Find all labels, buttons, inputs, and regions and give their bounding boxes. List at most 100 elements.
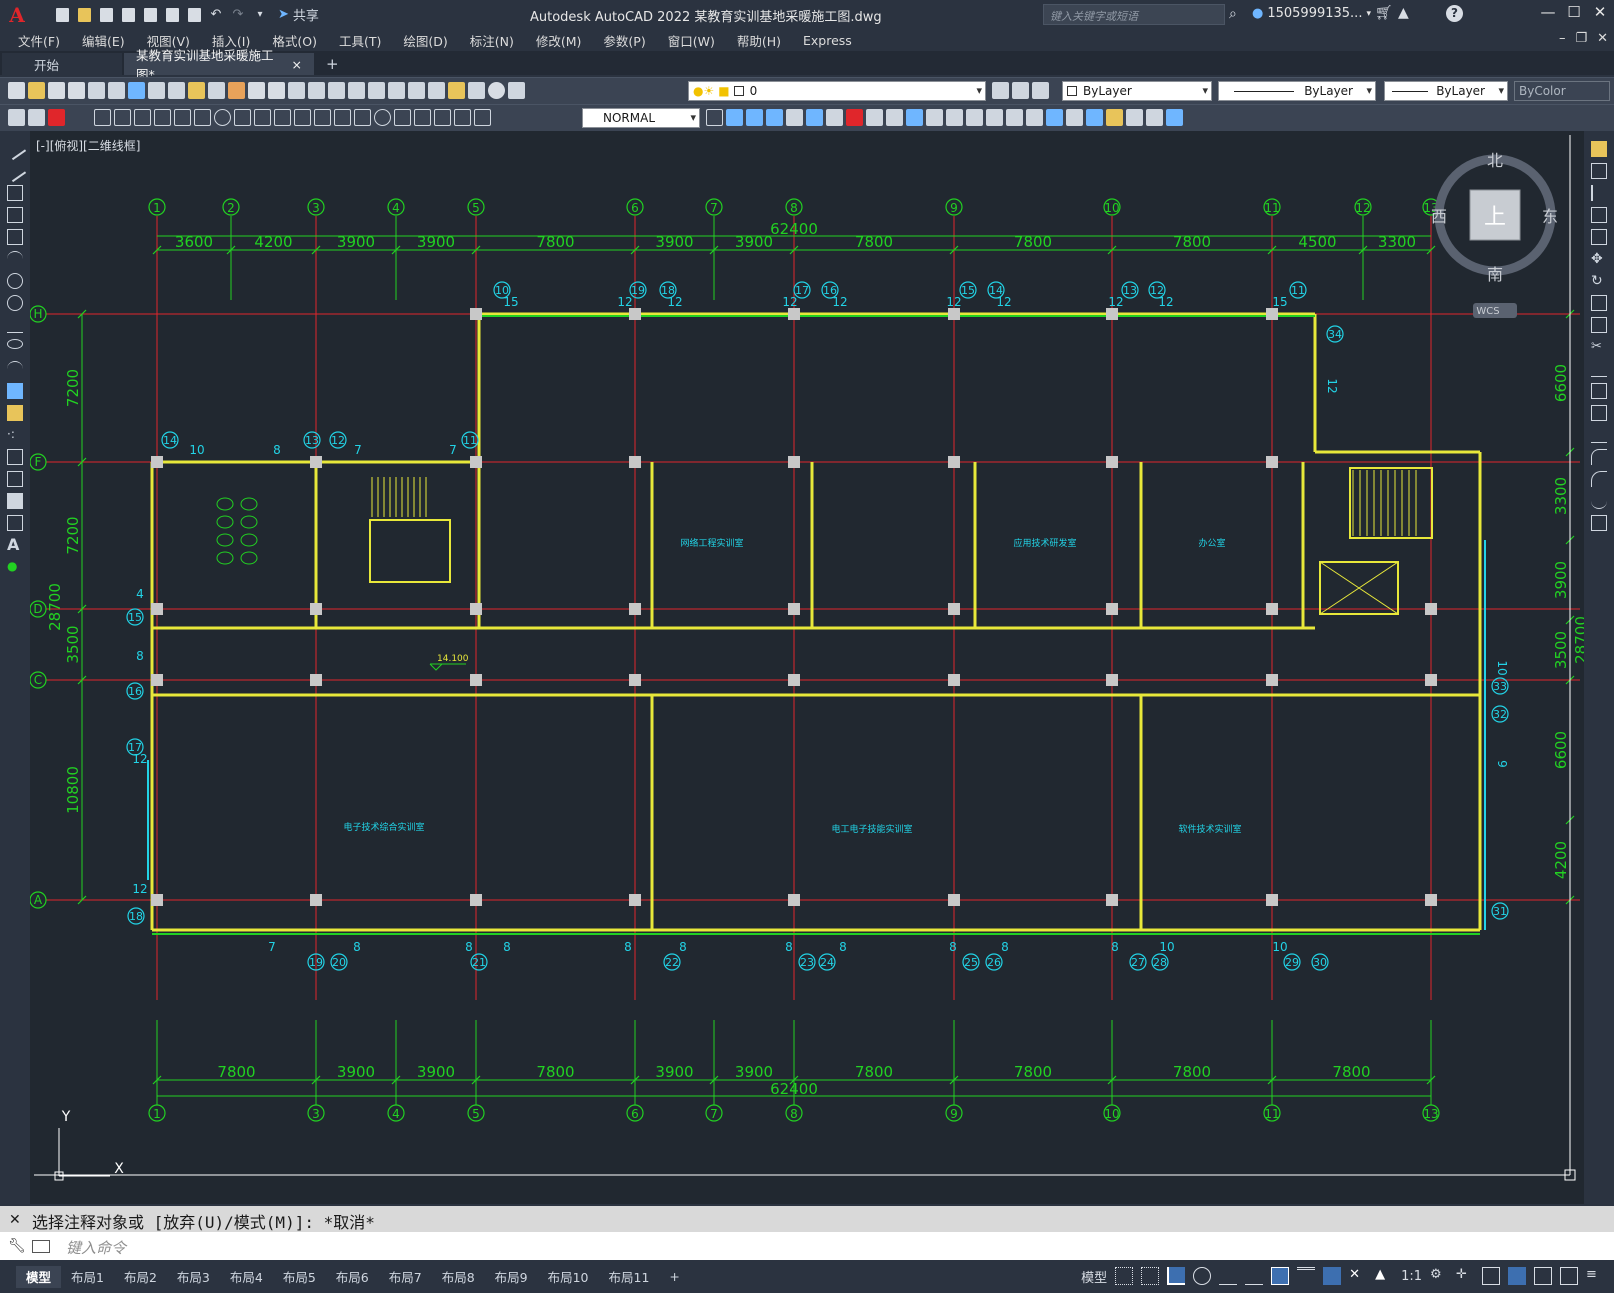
angular-dim-icon[interactable] bbox=[234, 109, 251, 126]
cart-icon[interactable]: 🛒︎ bbox=[1375, 5, 1393, 21]
layout-tab-9[interactable]: 布局9 bbox=[485, 1266, 538, 1288]
auto-scale-icon[interactable]: ✕ bbox=[1349, 1267, 1367, 1285]
arc-length-icon[interactable] bbox=[134, 109, 151, 126]
shell-icon[interactable] bbox=[966, 109, 983, 126]
layer-match-icon[interactable] bbox=[8, 109, 25, 126]
clean-screen-icon[interactable] bbox=[1560, 1267, 1578, 1285]
cone-icon[interactable] bbox=[1046, 109, 1063, 126]
annotation-scale-value[interactable]: 1:1 bbox=[1401, 1269, 1422, 1284]
region-icon[interactable] bbox=[7, 493, 23, 509]
stretch-icon[interactable] bbox=[1591, 317, 1607, 333]
tool-palettes-icon[interactable] bbox=[408, 82, 425, 99]
isolate-objects-icon[interactable] bbox=[1508, 1267, 1526, 1285]
dim-space-icon[interactable] bbox=[314, 109, 331, 126]
ellipse-icon[interactable] bbox=[7, 339, 23, 349]
hardware-acceleration-icon[interactable] bbox=[1534, 1267, 1552, 1285]
redo-icon[interactable] bbox=[268, 82, 285, 99]
menu-dimension[interactable]: 标注(N) bbox=[470, 31, 514, 50]
object-snap-tracking-icon[interactable] bbox=[1245, 1267, 1264, 1285]
undo-icon[interactable] bbox=[248, 82, 265, 99]
spline-icon[interactable] bbox=[7, 317, 23, 333]
break-icon[interactable] bbox=[1591, 405, 1607, 421]
solid-edit-icon[interactable] bbox=[906, 109, 923, 126]
planar-surface-icon[interactable] bbox=[1146, 109, 1163, 126]
layout-tab-5[interactable]: 布局5 bbox=[273, 1266, 326, 1288]
preview-icon[interactable] bbox=[88, 82, 105, 99]
chamfer-icon[interactable] bbox=[1591, 449, 1607, 465]
viewport-label[interactable]: [-][俯视][二维线框] bbox=[36, 137, 140, 154]
doc-minimize-button[interactable]: – bbox=[1559, 31, 1566, 46]
ellipse-arc-icon[interactable] bbox=[7, 361, 23, 377]
polygon-icon[interactable] bbox=[7, 207, 23, 223]
gradient-icon[interactable] bbox=[7, 471, 23, 487]
dim-update-icon[interactable] bbox=[474, 109, 491, 126]
copy-object-icon[interactable] bbox=[1591, 163, 1607, 179]
diameter-dim-icon[interactable] bbox=[214, 109, 231, 126]
cut-icon[interactable] bbox=[148, 82, 165, 99]
offset-icon[interactable] bbox=[1591, 207, 1607, 223]
paste-icon[interactable] bbox=[188, 82, 205, 99]
dim-edit-icon[interactable] bbox=[434, 109, 451, 126]
hatch-icon[interactable] bbox=[7, 449, 23, 465]
print-icon[interactable] bbox=[184, 5, 204, 25]
publish-icon[interactable] bbox=[108, 82, 125, 99]
continue-dim-icon[interactable] bbox=[294, 109, 311, 126]
match-properties-icon[interactable] bbox=[208, 82, 225, 99]
add-selected-icon[interactable]: ● bbox=[7, 559, 23, 575]
help-icon[interactable] bbox=[488, 82, 505, 99]
baseline-dim-icon[interactable] bbox=[274, 109, 291, 126]
color-dropdown[interactable]: ByLayer ▾ bbox=[1062, 81, 1212, 101]
layer-states-icon[interactable] bbox=[1032, 82, 1049, 99]
properties-icon[interactable] bbox=[368, 82, 385, 99]
new-icon[interactable] bbox=[52, 5, 72, 25]
imprint-icon[interactable] bbox=[926, 109, 943, 126]
sphere-icon[interactable] bbox=[1086, 109, 1103, 126]
layout-tab-8[interactable]: 布局8 bbox=[432, 1266, 485, 1288]
rectangle-icon[interactable] bbox=[7, 229, 23, 245]
close-icon[interactable]: × bbox=[292, 57, 302, 72]
torus-icon[interactable] bbox=[1106, 109, 1123, 126]
layer-isolate-icon[interactable] bbox=[48, 109, 65, 126]
close-button[interactable]: ✕ bbox=[1588, 3, 1612, 21]
maximize-button[interactable]: ☐ bbox=[1562, 3, 1586, 21]
interfere-icon[interactable] bbox=[846, 109, 863, 126]
linetype-dropdown[interactable]: ByLayer ▾ bbox=[1218, 81, 1376, 101]
tolerance-icon[interactable] bbox=[354, 109, 371, 126]
customize-icon[interactable]: ≡ bbox=[1586, 1267, 1604, 1285]
pyramid-icon[interactable] bbox=[1126, 109, 1143, 126]
copy-icon[interactable] bbox=[168, 82, 185, 99]
app-logo[interactable]: A bbox=[0, 0, 34, 29]
ordinate-dim-icon[interactable] bbox=[154, 109, 171, 126]
zoom-window-icon[interactable] bbox=[328, 82, 345, 99]
extrude-icon[interactable] bbox=[786, 109, 803, 126]
redo-icon[interactable]: ↷ bbox=[228, 5, 248, 25]
layout-tab-1[interactable]: 布局1 bbox=[61, 1266, 114, 1288]
layer-previous-icon[interactable] bbox=[1012, 82, 1029, 99]
erase-icon[interactable] bbox=[1591, 141, 1607, 157]
minimize-button[interactable]: — bbox=[1536, 3, 1560, 21]
polar-icon[interactable] bbox=[1193, 1267, 1212, 1285]
help-icon[interactable]: ? bbox=[1446, 5, 1463, 22]
isodraft-icon[interactable] bbox=[1219, 1267, 1238, 1285]
command-input[interactable]: 键入命令 bbox=[0, 1232, 1614, 1260]
layout-tab-6[interactable]: 布局6 bbox=[326, 1266, 379, 1288]
linear-dim-icon[interactable] bbox=[94, 109, 111, 126]
design-center-icon[interactable] bbox=[388, 82, 405, 99]
center-mark-icon[interactable] bbox=[374, 109, 391, 126]
menu-file[interactable]: 文件(F) bbox=[18, 31, 60, 50]
autodesk-app-icon[interactable]: ▲ bbox=[1398, 5, 1409, 21]
plus-icon[interactable]: ✛ bbox=[1456, 1267, 1474, 1285]
tab-drawing[interactable]: 某教育实训基地采暖施工图* × bbox=[124, 48, 314, 82]
scale-icon[interactable] bbox=[1591, 295, 1607, 311]
check-icon[interactable] bbox=[986, 109, 1003, 126]
doc-close-button[interactable]: ✕ bbox=[1597, 31, 1608, 46]
thicken-icon[interactable] bbox=[886, 109, 903, 126]
blend-curves-icon[interactable] bbox=[1591, 493, 1607, 509]
web-icon[interactable] bbox=[128, 82, 145, 99]
insert-block-icon[interactable] bbox=[7, 383, 23, 399]
jogged-linear-icon[interactable] bbox=[414, 109, 431, 126]
search-input[interactable]: 键入关键字或短语 bbox=[1043, 4, 1225, 25]
menu-draw[interactable]: 绘图(D) bbox=[403, 31, 447, 50]
layout-tab-7[interactable]: 布局7 bbox=[379, 1266, 432, 1288]
menu-window[interactable]: 窗口(W) bbox=[668, 31, 715, 50]
